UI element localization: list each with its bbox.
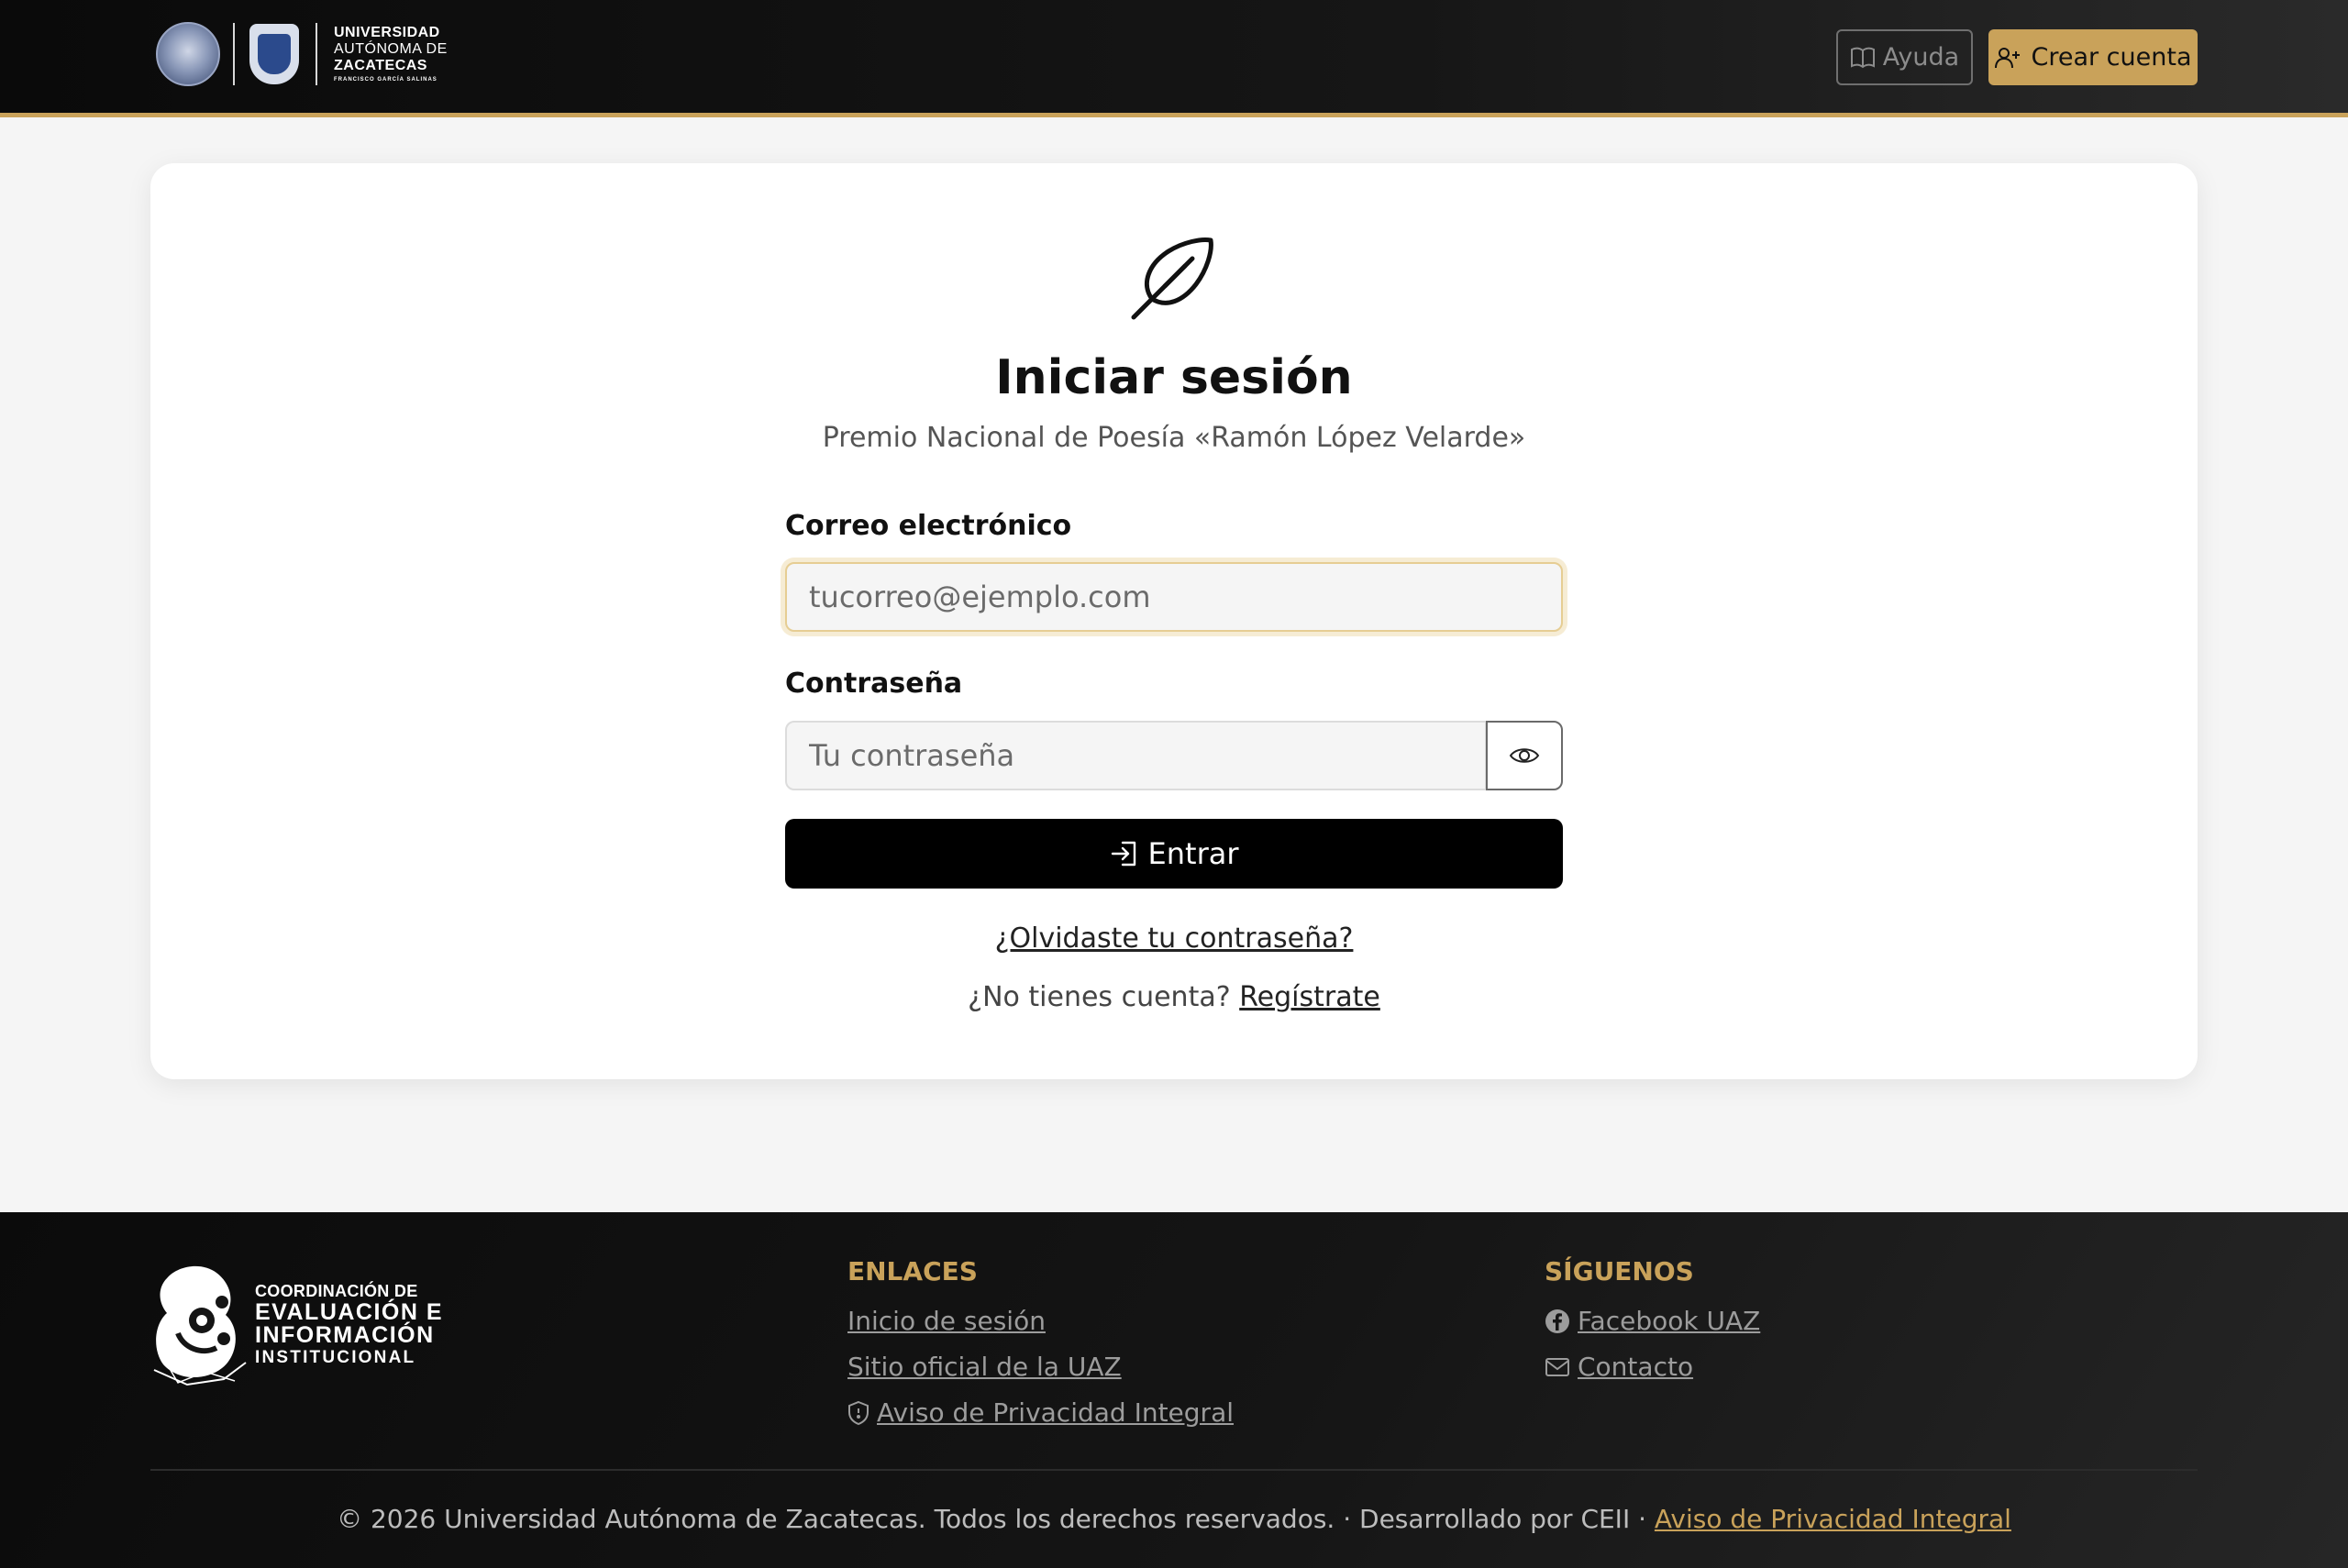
copyright-label: © 2026 Universidad Autónoma de Zacatecas… — [337, 1504, 1646, 1534]
register-link[interactable]: Regístrate — [1239, 981, 1380, 1013]
wordmark-line1: UNIVERSIDAD — [334, 25, 440, 40]
copyright-text: © 2026 Universidad Autónoma de Zacatecas… — [0, 1504, 2348, 1534]
email-input[interactable] — [785, 562, 1563, 632]
logo-divider — [316, 23, 317, 85]
footer-link-login[interactable]: Inicio de sesión — [847, 1306, 1046, 1336]
register-row: ¿No tienes cuenta? Regístrate — [0, 981, 2348, 1013]
page-title: Iniciar sesión — [995, 350, 1353, 405]
university-seal-logo — [156, 22, 220, 86]
footer-link-privacy-label: Aviso de Privacidad Integral — [877, 1397, 1235, 1428]
footer-follow-heading: SÍGUENOS — [1545, 1256, 1694, 1286]
footer-link-login-label: Inicio de sesión — [847, 1306, 1046, 1336]
facebook-icon — [1545, 1309, 1569, 1333]
footer-links-heading: ENLACES — [847, 1256, 978, 1286]
create-account-label: Crear cuenta — [2031, 43, 2192, 72]
eye-icon — [1509, 748, 1540, 763]
email-label: Correo electrónico — [785, 510, 1072, 542]
submit-login-button[interactable]: Entrar — [785, 819, 1563, 889]
ceii-wordmark: COORDINACIÓN DE EVALUACIÓN E INFORMACIÓN… — [255, 1283, 443, 1366]
logo-divider — [233, 23, 235, 85]
footer-link-contact[interactable]: Contacto — [1545, 1352, 1693, 1382]
ceii-line4: INSTITUCIONAL — [255, 1347, 416, 1367]
ceii-line1: COORDINACIÓN DE — [255, 1281, 418, 1300]
help-button[interactable]: Ayuda — [1836, 29, 1973, 85]
footer-link-uaz-label: Sitio oficial de la UAZ — [847, 1352, 1122, 1382]
uaz-shield-logo — [249, 24, 299, 84]
ceii-logo: COORDINACIÓN DE EVALUACIÓN E INFORMACIÓN… — [150, 1260, 443, 1388]
page-subtitle: Premio Nacional de Poesía «Ramón López V… — [822, 422, 1526, 454]
shield-icon — [848, 1400, 869, 1425]
footer-link-uaz-site[interactable]: Sitio oficial de la UAZ — [847, 1352, 1122, 1382]
envelope-icon — [1545, 1357, 1569, 1376]
no-account-text: ¿No tienes cuenta? — [968, 981, 1231, 1013]
book-icon — [1850, 47, 1875, 68]
user-plus-icon — [1995, 47, 2021, 68]
submit-label: Entrar — [1147, 836, 1239, 871]
sign-in-icon — [1111, 841, 1135, 867]
footer-divider — [150, 1469, 2198, 1471]
footer-link-privacy[interactable]: Aviso de Privacidad Integral — [847, 1397, 1234, 1428]
top-navbar: UNIVERSIDAD AUTÓNOMA DE ZACATECAS FRANCI… — [0, 0, 2348, 117]
copyright-privacy-link[interactable]: Aviso de Privacidad Integral — [1655, 1504, 2011, 1534]
ceii-emblem-icon — [153, 1265, 247, 1386]
forgot-password-link[interactable]: ¿Olvidaste tu contraseña? — [995, 922, 1354, 955]
create-account-button[interactable]: Crear cuenta — [1988, 29, 2198, 85]
password-label: Contraseña — [785, 668, 963, 700]
brand-logos[interactable]: UNIVERSIDAD AUTÓNOMA DE ZACATECAS FRANCI… — [156, 22, 448, 86]
forgot-password-row: ¿Olvidaste tu contraseña? — [0, 922, 2348, 955]
ceii-line2: EVALUACIÓN E — [255, 1298, 444, 1325]
feather-icon — [1131, 237, 1213, 320]
help-label: Ayuda — [1882, 43, 1960, 72]
wordmark-line3: ZACATECAS — [334, 58, 427, 73]
ceii-line3: INFORMACIÓN — [255, 1321, 435, 1348]
toggle-password-button[interactable] — [1486, 721, 1563, 790]
password-input[interactable] — [785, 721, 1487, 790]
wordmark-line4: FRANCISCO GARCÍA SALINAS — [334, 77, 437, 83]
footer: COORDINACIÓN DE EVALUACIÓN E INFORMACIÓN… — [0, 1212, 2348, 1568]
footer-link-facebook-label: Facebook UAZ — [1578, 1306, 1761, 1336]
footer-link-contact-label: Contacto — [1578, 1352, 1694, 1382]
footer-link-facebook[interactable]: Facebook UAZ — [1545, 1306, 1760, 1336]
wordmark-line2: AUTÓNOMA DE — [334, 41, 448, 57]
university-wordmark: UNIVERSIDAD AUTÓNOMA DE ZACATECAS FRANCI… — [334, 26, 448, 83]
